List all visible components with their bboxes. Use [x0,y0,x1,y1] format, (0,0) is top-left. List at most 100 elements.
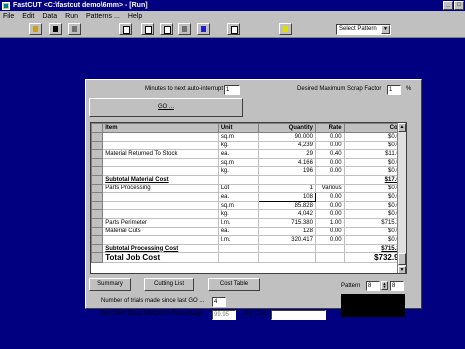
save-disk-icon[interactable] [49,23,62,35]
menu-patterns[interactable]: Patterns ... [86,13,120,20]
cell-unit[interactable]: kg. [217,140,259,151]
table-row[interactable]: kg. 4,239 0.00 $0.00 [91,140,406,151]
pattern-stepper[interactable]: ▲ ▼ [381,281,388,290]
table-row[interactable]: Subtotal Processing Cost $715.38 [91,243,406,254]
cell-unit[interactable]: l.m. [217,217,259,228]
cell-unit[interactable]: ea. [217,226,259,237]
summary-button[interactable]: Summary [89,278,131,291]
menu-help[interactable]: Help [128,13,142,20]
table-row[interactable]: Material Cuts ea. 128 0.00 $0.00 [91,226,406,237]
cell-rate[interactable]: 0.00 [314,157,345,168]
cell-item[interactable] [102,166,219,176]
cell-item[interactable]: Parts Perimeter [102,217,219,228]
cell-item[interactable]: Subtotal Material Cost [102,174,219,185]
sheet-icon[interactable] [178,23,191,35]
cell-quantity[interactable]: 85.828 [257,200,316,211]
cell-rate[interactable]: 0.00 [314,226,345,237]
document-icon[interactable] [119,23,132,35]
cell-quantity[interactable]: 196 [257,166,316,176]
table-row[interactable]: l.m. 320.417 0.00 $0.00 [91,235,406,245]
table-row[interactable]: kg. 4,042 0.00 $0.00 [91,209,406,219]
cell-item[interactable] [102,157,219,168]
table-row[interactable]: Total Job Cost $732.98 [91,252,406,264]
pattern-input[interactable]: 8 [366,281,380,291]
cell-item[interactable] [102,140,219,151]
vertical-scrollbar[interactable]: ▲ ▼ [397,123,406,273]
go-button[interactable]: GO ... [89,98,243,117]
cell-item[interactable] [102,200,219,211]
table-row[interactable]: Parts Perimeter l.m. 715.380 1.00 $715.38 [91,217,406,228]
cell-quantity[interactable]: 90.000 [257,132,316,142]
cell-unit[interactable] [217,243,259,254]
layout-icon[interactable] [160,23,173,35]
cell-unit[interactable]: ea. [217,192,259,202]
table-row[interactable]: sq.m 90.000 0.00 $0.00 [91,132,406,142]
cell-unit[interactable]: sq.m [217,157,259,168]
cell-unit[interactable]: sq.m [217,132,259,142]
cell-rate[interactable]: 1.00 [314,217,345,228]
minutes-input[interactable]: 1 [224,85,240,95]
cell-item[interactable]: Parts Processing [102,183,219,194]
table-row[interactable]: Parts Processing Lot 1 Various $0.00 [91,183,406,194]
cell-rate[interactable]: 0.00 [314,140,345,151]
cell-rate[interactable]: 0.00 [314,192,345,202]
cost-icon[interactable] [197,23,210,35]
table-row[interactable]: sq.m 85.828 0.00 $0.00 [91,200,406,211]
cell-item[interactable] [102,192,219,202]
open-folder-icon[interactable] [29,23,42,35]
cell-item[interactable] [102,209,219,219]
cell-quantity[interactable]: 128 [257,226,316,237]
scroll-thumb[interactable] [398,253,406,265]
cell-item[interactable] [102,132,219,142]
cell-item[interactable]: Subtotal Processing Cost [102,243,219,254]
chevron-down-icon[interactable]: ▼ [381,25,390,34]
cell-quantity[interactable] [257,243,316,254]
cell-rate[interactable] [314,252,345,264]
cell-quantity[interactable]: 29 [257,149,316,159]
report-icon[interactable] [141,23,154,35]
cell-quantity[interactable]: 4,239 [257,140,316,151]
cell-rate[interactable]: 0.00 [314,209,345,219]
cell-unit[interactable]: kg. [217,209,259,219]
cell-unit[interactable]: Lot [217,183,259,194]
cell-unit[interactable]: ea. [217,149,259,159]
cell-quantity[interactable]: 4,042 [257,209,316,219]
cell-quantity[interactable] [257,174,316,185]
cutting-list-button[interactable]: Cutting List [144,278,194,291]
cell-rate[interactable] [314,243,345,254]
cost-table-button[interactable]: Cost Table [208,278,260,291]
zoom-icon[interactable] [227,23,240,35]
cell-unit[interactable] [217,252,259,264]
scroll-up-icon[interactable]: ▲ [398,123,406,132]
table-row[interactable]: sq.m 4.166 0.00 $0.00 [91,157,406,168]
cell-item[interactable]: Material Returned To Stock [102,149,219,159]
cell-item[interactable] [102,235,219,245]
table-row[interactable]: Material Returned To Stock ea. 29 0.40 $11.6… [91,149,406,159]
cell-item[interactable]: Material Cuts [102,226,219,237]
menu-file[interactable]: File [3,13,14,20]
menu-data[interactable]: Data [42,13,57,20]
cell-unit[interactable]: sq.m [217,200,259,211]
cell-quantity[interactable]: 715.380 [257,217,316,228]
cell-quantity[interactable]: 108 [257,192,316,202]
table-row[interactable]: ea. 108 0.00 $0.00 [91,192,406,202]
cell-unit[interactable] [217,174,259,185]
cell-quantity[interactable]: 1 [257,183,316,194]
cell-rate[interactable]: 0.00 [314,166,345,176]
cell-rate[interactable]: 0.40 [314,149,345,159]
select-pattern-dropdown[interactable]: Select Pattern ▼ [336,24,391,35]
menu-edit[interactable]: Edit [22,13,34,20]
cell-item[interactable]: Total Job Cost [102,252,219,264]
cell-rate[interactable]: 0.00 [314,132,345,142]
print-icon[interactable] [68,23,81,35]
cell-unit[interactable]: kg. [217,166,259,176]
scroll-down-icon[interactable]: ▼ [398,266,406,273]
cell-rate[interactable]: 0.00 [314,235,345,245]
cell-quantity[interactable]: 320.417 [257,235,316,245]
table-row[interactable]: Subtotal Material Cost $17.60 [91,174,406,185]
help-icon[interactable] [279,23,292,35]
menu-run[interactable]: Run [65,13,78,20]
cell-rate[interactable]: 0.00 [314,200,345,211]
cell-unit[interactable]: l.m. [217,235,259,245]
table-row[interactable]: kg. 196 0.00 $0.00 [91,166,406,176]
